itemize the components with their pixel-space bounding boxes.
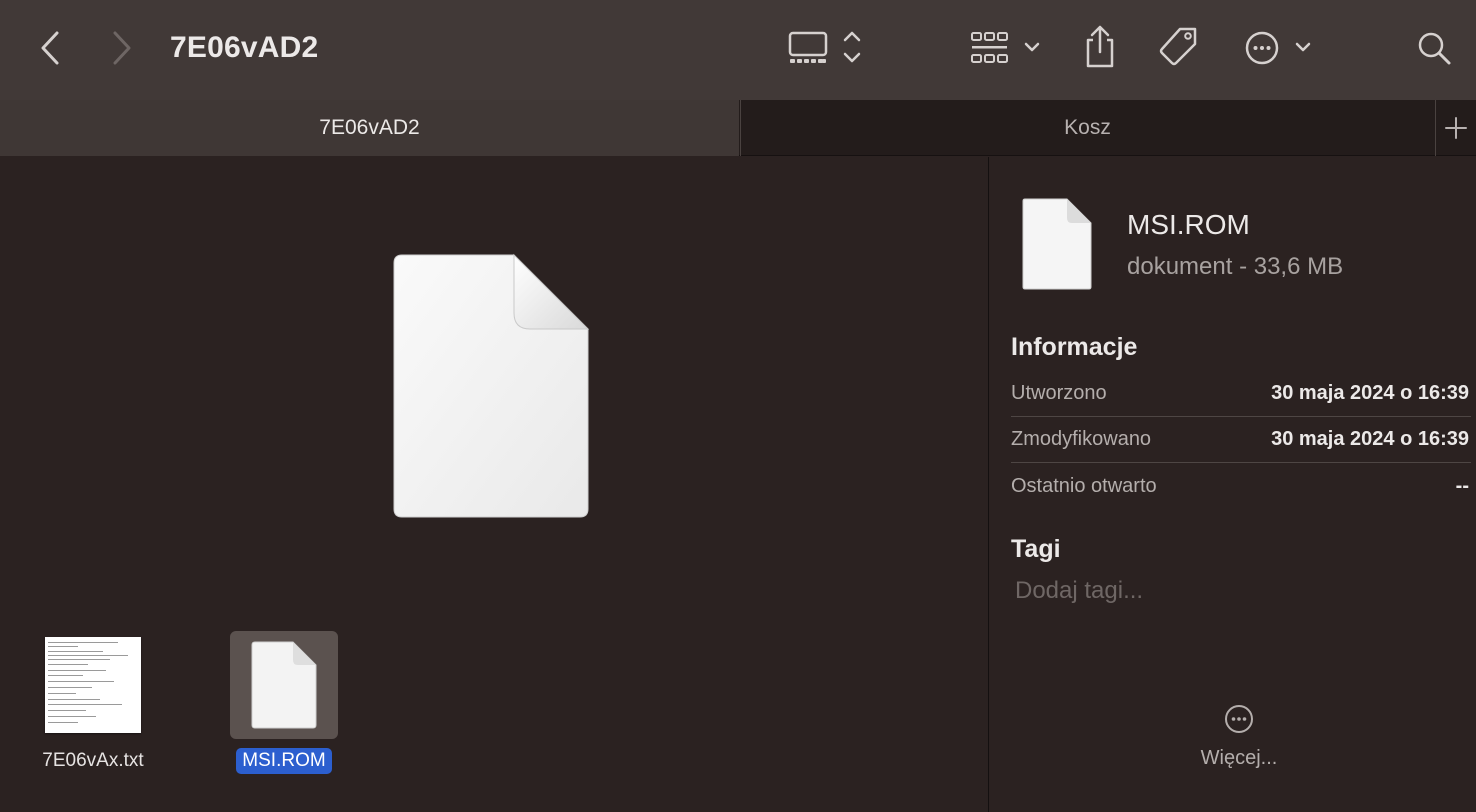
tab-bar: 7E06vAD2 Kosz <box>0 100 1476 156</box>
text-document-thumbnail <box>45 637 141 733</box>
info-section-title: Informacje <box>1011 333 1138 361</box>
toolbar: 7E06vAD2 <box>0 0 1476 100</box>
search-icon <box>1418 32 1451 65</box>
document-icon <box>1022 198 1092 290</box>
back-button[interactable] <box>30 28 70 68</box>
file-item-txt[interactable]: 7E06vAx.txt <box>28 631 158 781</box>
document-preview-icon <box>393 253 590 518</box>
info-row-created: Utworzono 30 maja 2024 o 16:39 <box>1011 371 1471 417</box>
view-mode-button[interactable] <box>782 26 872 70</box>
info-value: 30 maja 2024 o 16:39 <box>1271 382 1469 404</box>
info-key: Zmodyfikowano <box>1011 428 1152 450</box>
share-icon <box>1086 25 1114 68</box>
ellipsis-circle-icon <box>1245 31 1311 65</box>
chevron-left-icon <box>41 31 59 65</box>
window-title: 7E06vAD2 <box>170 31 319 64</box>
share-button[interactable] <box>1078 22 1122 72</box>
tags-section-title: Tagi <box>1011 535 1061 563</box>
tag-icon <box>1159 27 1197 66</box>
info-row-modified: Zmodyfikowano 30 maja 2024 o 16:39 <box>1011 417 1471 463</box>
document-icon <box>251 641 317 729</box>
new-tab-button[interactable] <box>1435 100 1476 156</box>
file-name-label: MSI.ROM <box>219 748 349 774</box>
search-button[interactable] <box>1412 26 1456 70</box>
inspector-panel: MSI.ROM dokument - 33,6 MB Informacje Ut… <box>988 157 1476 812</box>
group-by-button[interactable] <box>964 26 1048 70</box>
info-value: -- <box>1455 474 1469 497</box>
tags-input[interactable] <box>1015 577 1435 605</box>
file-item-rom[interactable]: MSI.ROM <box>219 631 349 781</box>
tag-button[interactable] <box>1156 24 1202 70</box>
file-thumbnail-selected <box>230 631 338 739</box>
info-key: Utworzono <box>1011 382 1107 404</box>
info-value: 30 maja 2024 o 16:39 <box>1271 428 1469 450</box>
action-menu-button[interactable] <box>1240 26 1316 70</box>
ellipsis-circle-icon <box>1225 705 1253 733</box>
gallery-view-icon <box>788 31 861 63</box>
tab-7e06vad2[interactable]: 7E06vAD2 <box>0 100 739 156</box>
info-row-last-opened: Ostatnio otwarto -- <box>1011 463 1471 509</box>
chevron-right-icon <box>113 31 131 65</box>
more-button[interactable]: Więcej... <box>1179 703 1299 787</box>
inspector-file-name: MSI.ROM <box>1127 209 1250 240</box>
inspector-file-kind: dokument - 33,6 MB <box>1127 253 1344 280</box>
plus-icon <box>1445 117 1467 139</box>
file-name-label: 7E06vAx.txt <box>42 750 144 771</box>
forward-button[interactable] <box>102 28 142 68</box>
tab-kosz[interactable]: Kosz <box>740 100 1434 156</box>
file-thumbnail <box>39 631 147 739</box>
gallery-area: 7E06vAx.txt MSI.ROM <box>0 157 988 812</box>
group-grid-icon <box>971 32 1040 63</box>
more-label: Więcej... <box>1200 747 1278 769</box>
info-key: Ostatnio otwarto <box>1011 474 1157 497</box>
